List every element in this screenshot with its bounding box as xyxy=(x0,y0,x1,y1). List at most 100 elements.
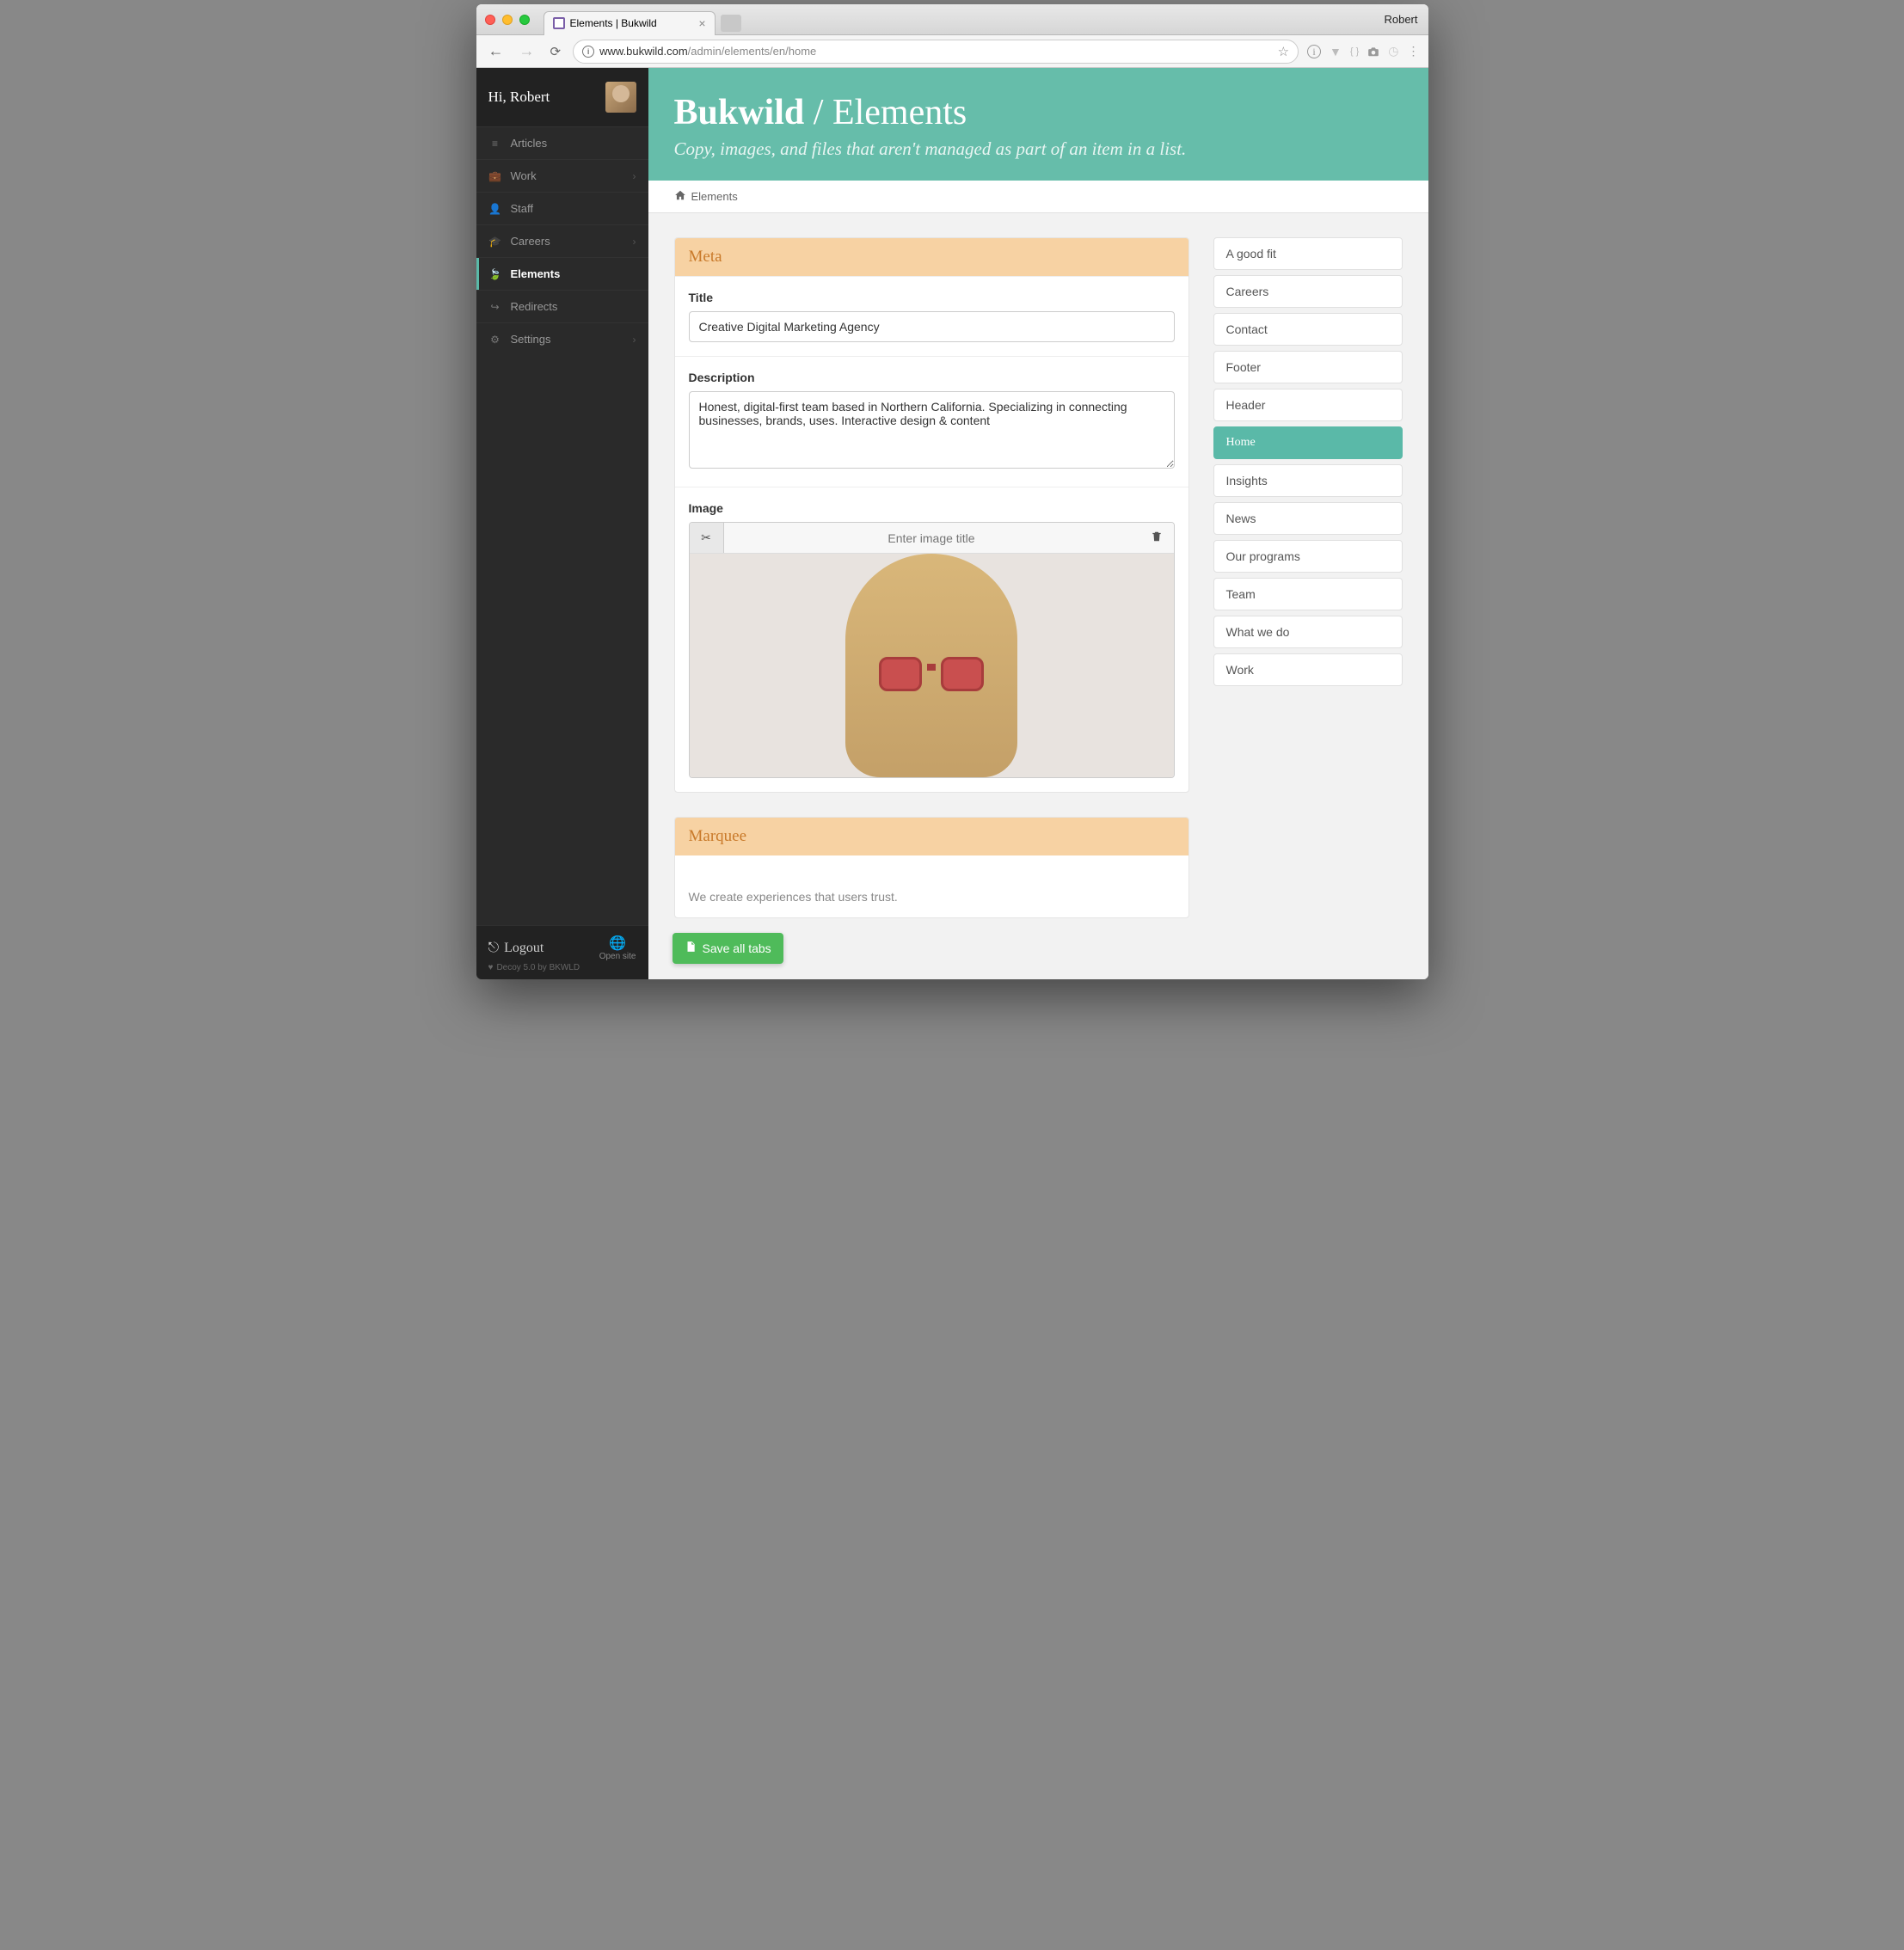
hero: Bukwild / Elements Copy, images, and fil… xyxy=(648,68,1428,181)
vue-ext-icon[interactable]: ▼ xyxy=(1330,45,1342,58)
side-nav-item-news[interactable]: News xyxy=(1213,502,1403,535)
panel-meta: Meta Title Description Honest, digital-f… xyxy=(674,237,1189,793)
side-nav: A good fit Careers Contact Footer Header Home… xyxy=(1213,237,1403,686)
sidebar-item-elements[interactable]: 🍃Elements xyxy=(476,257,648,290)
sidebar-item-careers[interactable]: 🎓Careers› xyxy=(476,224,648,257)
sidebar-header: Hi, Robert xyxy=(476,68,648,126)
save-all-tabs-button[interactable]: Save all tabs xyxy=(673,933,783,964)
title-label: Title xyxy=(689,291,1175,304)
nav-icon: 👤 xyxy=(488,203,502,215)
description-textarea[interactable]: Honest, digital-first team based in Nort… xyxy=(689,391,1175,469)
chevron-right-icon: › xyxy=(633,236,636,248)
tab-strip: Elements | Bukwild × xyxy=(544,4,741,35)
panel-meta-header: Meta xyxy=(675,238,1188,276)
side-nav-item-careers[interactable]: Careers xyxy=(1213,275,1403,308)
form-column: Meta Title Description Honest, digital-f… xyxy=(674,237,1189,942)
image-preview[interactable] xyxy=(690,554,1174,777)
tab-title: Elements | Bukwild xyxy=(570,17,657,29)
tab-close-icon[interactable]: × xyxy=(698,16,705,30)
sidebar-item-label: Elements xyxy=(511,267,561,280)
logout-link[interactable]: ⎋ Logout xyxy=(488,941,544,956)
url-host: www.bukwild.com xyxy=(599,45,688,58)
sidebar-item-label: Work xyxy=(511,169,537,182)
side-nav-item-contact[interactable]: Contact xyxy=(1213,313,1403,346)
back-button[interactable]: ← xyxy=(485,42,507,60)
braces-ext-icon[interactable]: { } xyxy=(1350,46,1359,57)
page-title: Bukwild / Elements xyxy=(674,92,1403,133)
image-title-input[interactable] xyxy=(724,523,1139,553)
side-nav-item-a-good-fit[interactable]: A good fit xyxy=(1213,237,1403,270)
mac-window-controls xyxy=(485,15,530,25)
side-nav-item-insights[interactable]: Insights xyxy=(1213,464,1403,497)
forward-button[interactable]: → xyxy=(516,42,538,60)
avatar[interactable] xyxy=(605,82,636,113)
sidebar: Hi, Robert ≡Articles 💼 Work › 👤Staff🎓Careers… xyxy=(476,68,648,979)
breadcrumb: Elements xyxy=(648,181,1428,213)
heart-icon: ♥ xyxy=(488,963,494,972)
sidebar-footer: ⎋ Logout 🌐 Open site ♥ Decoy 5.0 by BKWL… xyxy=(476,925,648,979)
sidebar-item-work[interactable]: 💼Work› xyxy=(476,159,648,192)
camera-ext-icon[interactable] xyxy=(1367,46,1379,58)
tab-favicon xyxy=(553,17,565,29)
crop-button[interactable]: ✂ xyxy=(690,523,724,553)
description-label: Description xyxy=(689,371,1175,384)
side-nav-item-what-we-do[interactable]: What we do xyxy=(1213,616,1403,648)
side-nav-item-work[interactable]: Work xyxy=(1213,653,1403,686)
close-window-button[interactable] xyxy=(485,15,495,25)
reload-button[interactable]: ⟳ xyxy=(547,44,565,59)
panel-marquee: Marquee We create experiences that users… xyxy=(674,817,1189,918)
clock-ext-icon[interactable]: ◷ xyxy=(1388,44,1398,58)
info-ext-icon[interactable]: i xyxy=(1307,45,1321,58)
sidebar-item-settings[interactable]: ⚙Settings› xyxy=(476,322,648,355)
sidebar-item-staff[interactable]: 👤Staff xyxy=(476,192,648,224)
logout-label: Logout xyxy=(504,941,544,956)
sidebar-item-label: Articles xyxy=(511,137,548,150)
side-nav-item-header[interactable]: Header xyxy=(1213,389,1403,421)
side-nav-item-footer[interactable]: Footer xyxy=(1213,351,1403,383)
image-upload: ✂ xyxy=(689,522,1175,778)
bookmark-star-icon[interactable]: ☆ xyxy=(1278,44,1289,59)
minimize-window-button[interactable] xyxy=(502,15,513,25)
mac-window: Elements | Bukwild × Robert ← → ⟳ i www.… xyxy=(476,4,1428,979)
image-toolbar: ✂ xyxy=(690,523,1174,554)
side-nav-item-home[interactable]: Home xyxy=(1213,426,1403,459)
save-button-label: Save all tabs xyxy=(703,941,771,955)
new-tab-button[interactable] xyxy=(721,15,741,32)
sidebar-item-redirects[interactable]: ↪ Redirects xyxy=(476,290,648,322)
image-delete-button[interactable] xyxy=(1139,523,1174,553)
site-info-icon[interactable]: i xyxy=(582,46,594,58)
side-nav-item-our-programs[interactable]: Our programs xyxy=(1213,540,1403,573)
open-site-link[interactable]: 🌐 Open site xyxy=(599,935,636,961)
url-bar[interactable]: i www.bukwild.com/admin/elements/en/home… xyxy=(573,40,1299,64)
nav-icon: ↪ xyxy=(488,301,502,313)
app-body: Hi, Robert ≡Articles💼Work›👤Staff🎓Careers… xyxy=(476,68,1428,979)
file-icon xyxy=(685,941,697,956)
sidebar-item-label: Settings xyxy=(511,333,551,346)
side-nav-item-team[interactable]: Team xyxy=(1213,578,1403,610)
home-icon[interactable] xyxy=(674,189,686,204)
sidebar-item-articles[interactable]: ≡Articles xyxy=(476,126,648,159)
page-subtitle: Copy, images, and files that aren't mana… xyxy=(674,138,1403,160)
logout-icon: ⎋ xyxy=(488,941,500,956)
sidebar-nav: ≡Articles💼Work›👤Staff🎓Careers›🍃Elements↪… xyxy=(476,126,648,355)
mac-user-label: Robert xyxy=(1384,13,1417,26)
sidebar-item-label: Redirects xyxy=(511,300,558,313)
maximize-window-button[interactable] xyxy=(519,15,530,25)
globe-icon: 🌐 xyxy=(599,935,636,952)
content: Meta Title Description Honest, digital-f… xyxy=(648,213,1428,966)
mac-titlebar: Elements | Bukwild × Robert xyxy=(476,4,1428,35)
sidebar-greeting: Hi, Robert xyxy=(488,89,550,106)
nav-icon: ⚙ xyxy=(488,334,502,346)
scissors-icon: ✂ xyxy=(701,530,711,545)
main: Bukwild / Elements Copy, images, and fil… xyxy=(648,68,1428,979)
open-site-label: Open site xyxy=(599,952,636,961)
title-input[interactable] xyxy=(689,311,1175,342)
panel-marquee-header: Marquee xyxy=(675,818,1188,855)
side-column: A good fit Careers Contact Footer Header Home… xyxy=(1213,237,1403,691)
nav-icon: 🎓 xyxy=(488,236,502,248)
url-path: /admin/elements/en/home xyxy=(688,45,817,58)
extension-icons: i ▼ { } ◷ ⋮ xyxy=(1307,44,1419,58)
menu-dots-icon[interactable]: ⋮ xyxy=(1408,44,1420,58)
nav-icon: 💼 xyxy=(488,170,502,182)
browser-tab[interactable]: Elements | Bukwild × xyxy=(544,11,716,35)
